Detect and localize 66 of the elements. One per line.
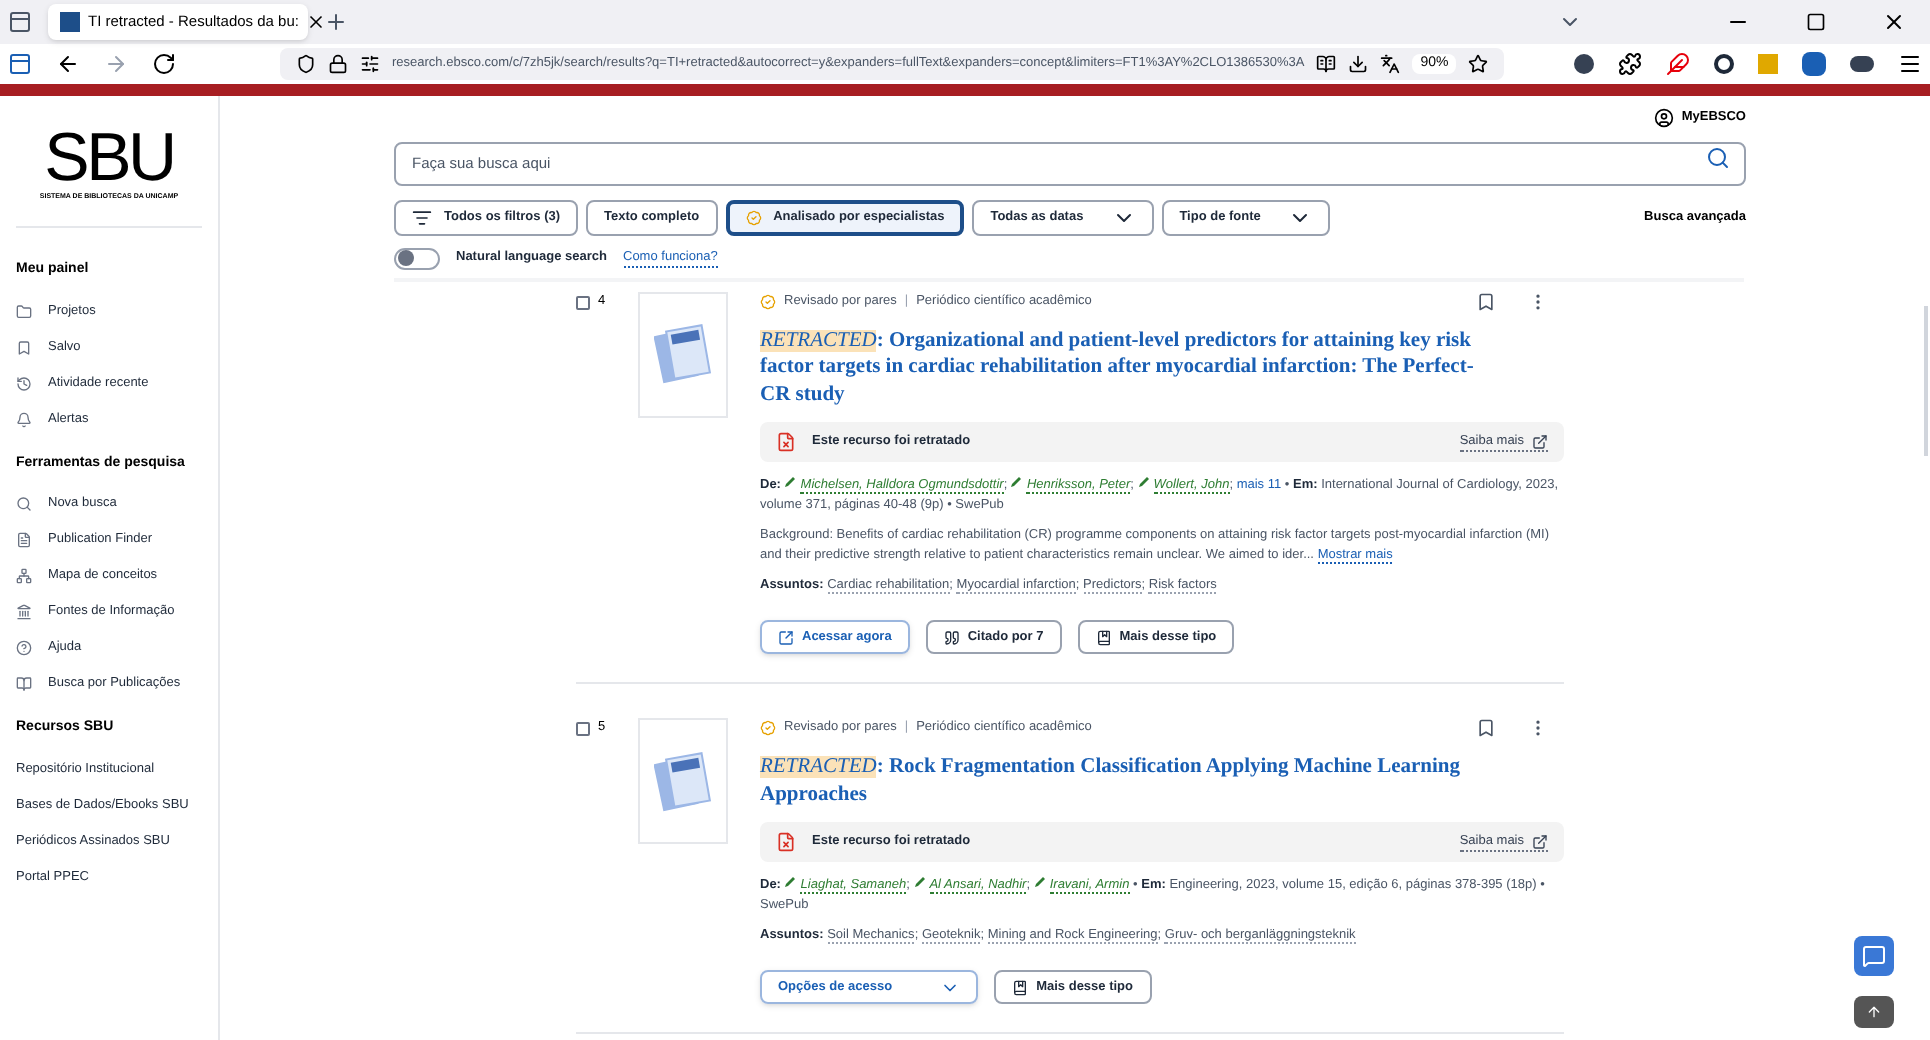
toggle-switch[interactable]: [394, 247, 440, 269]
scroll-top-button[interactable]: [1854, 996, 1894, 1028]
chat-icon: [1862, 944, 1886, 968]
pen-icon: [1033, 876, 1046, 888]
user-icon: [1653, 108, 1674, 128]
check-badge-icon: [745, 209, 762, 225]
extension-icon[interactable]: [1714, 54, 1734, 74]
sidebar-icon[interactable]: [8, 52, 32, 76]
favicon-icon: [60, 12, 80, 32]
bookmark-icon[interactable]: [1476, 291, 1496, 311]
permissions-icon: [360, 54, 380, 74]
document-icon: [653, 747, 713, 815]
forward-icon[interactable]: [104, 52, 128, 76]
close-icon[interactable]: [1882, 10, 1906, 34]
help-icon: [16, 640, 32, 657]
document-alert-icon: [776, 432, 796, 452]
book-icon: [1012, 979, 1029, 995]
pen-icon: [784, 876, 797, 888]
shield-icon: [296, 54, 316, 74]
extension-icon[interactable]: [1618, 52, 1642, 76]
arrow-up-icon: [1866, 1004, 1882, 1020]
document-alert-icon: [776, 832, 796, 852]
check-badge-icon: [760, 293, 776, 309]
extension-icon[interactable]: [1802, 52, 1826, 76]
chat-button[interactable]: [1854, 936, 1894, 976]
filter-icon: [412, 207, 432, 227]
extension-icon[interactable]: [1850, 56, 1874, 72]
menu-icon[interactable]: [1898, 52, 1922, 76]
maximize-icon[interactable]: [1806, 12, 1826, 32]
network-icon: [16, 568, 32, 585]
document-icon: [653, 320, 713, 388]
result-title[interactable]: RETRACTED: Organizational and patient-level predictors for attaining key risk factor targets in cardiac rehabilitation after myocardial infarction: The Perfect-CR study: [760, 327, 1564, 408]
book-icon: [16, 676, 32, 693]
result-checkbox[interactable]: [576, 722, 590, 736]
bank-icon: [16, 604, 32, 621]
account-icon[interactable]: [1574, 54, 1594, 74]
bookmark-icon: [16, 339, 32, 356]
history-icon: [16, 375, 32, 392]
pen-icon: [784, 476, 797, 488]
pen-icon: [1010, 476, 1023, 488]
reader-icon[interactable]: [1316, 54, 1337, 74]
search-icon: [16, 496, 32, 513]
close-icon[interactable]: [306, 12, 327, 32]
pen-icon: [1137, 476, 1150, 488]
back-icon[interactable]: [56, 52, 80, 76]
book-icon: [1095, 629, 1112, 645]
tab-list-icon[interactable]: [8, 10, 32, 34]
download-icon[interactable]: [1348, 54, 1369, 74]
quote-icon: [943, 629, 960, 645]
folder-icon: [16, 303, 32, 320]
external-link-icon: [1532, 833, 1548, 849]
external-icon: [778, 629, 794, 645]
check-badge-icon: [760, 720, 776, 736]
reload-icon[interactable]: [152, 52, 176, 76]
result-checkbox[interactable]: [576, 295, 590, 309]
bell-icon: [16, 411, 32, 428]
pen-icon: [913, 876, 926, 888]
search-icon[interactable]: [1706, 146, 1730, 170]
new-tab-icon[interactable]: [324, 10, 348, 34]
translate-icon[interactable]: [1380, 54, 1401, 74]
external-link-icon: [1532, 433, 1548, 449]
result-title[interactable]: RETRACTED: Rock Fragmentation Classification Applying Machine Learning Approaches: [760, 754, 1564, 808]
bookmark-icon[interactable]: [1476, 718, 1496, 738]
lock-icon: [328, 54, 348, 74]
document-icon: [16, 532, 32, 549]
star-icon[interactable]: [1468, 54, 1489, 74]
